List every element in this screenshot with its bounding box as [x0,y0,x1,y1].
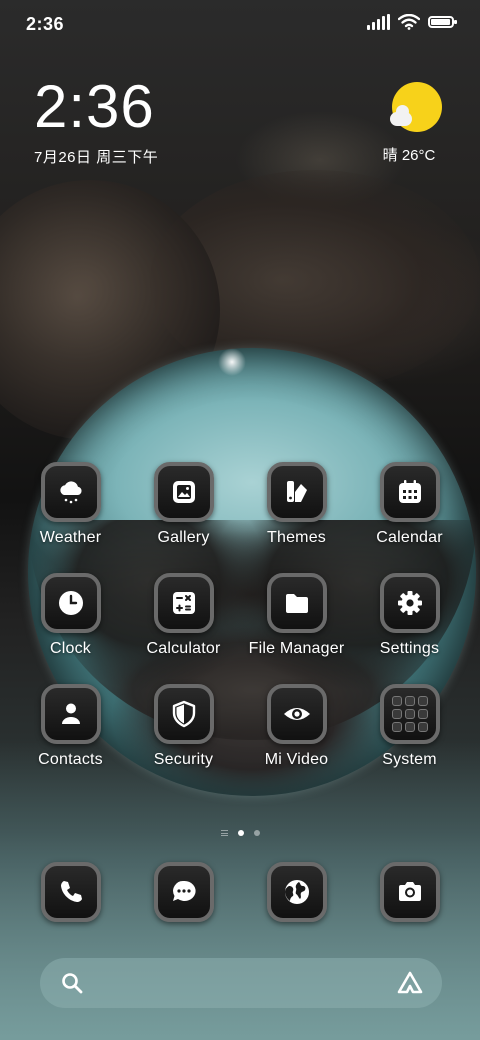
app-label: Mi Video [264,751,329,768]
status-bar: 2:36 [0,0,480,50]
app-label: Calendar [376,529,443,546]
page-dot [253,830,260,836]
app-themes[interactable]: Themes [240,462,353,547]
app-contacts[interactable]: Contacts [14,684,127,769]
dock-phone[interactable] [14,862,127,922]
app-gallery[interactable]: Gallery [127,462,240,547]
dock-messages[interactable] [127,862,240,922]
image-icon [172,481,195,503]
app-label: Contacts [38,751,103,768]
brush-icon [286,481,307,502]
weather-widget[interactable]: 晴 26°C [383,82,444,165]
folder-icon [285,594,308,613]
eye-icon [283,708,310,720]
app-security[interactable]: Security [127,684,240,769]
app-file-manager[interactable]: File Manager [240,573,353,658]
app-weather[interactable]: Weather [14,462,127,547]
wifi-icon [398,14,420,30]
page-dot-active [237,830,244,836]
app-label: Settings [379,640,440,657]
app-system-folder[interactable]: System [353,684,466,769]
status-time: 2:36 [26,14,65,34]
wallpaper-sun-glare [218,348,246,376]
clock-widget[interactable]: 2:36 7月26日 周三下午 [34,72,158,167]
app-label: System [382,751,437,768]
search-icon[interactable] [60,971,84,995]
app-label: Clock [49,640,91,657]
app-calculator[interactable]: Calculator [127,573,240,658]
search-input[interactable] [96,968,386,1000]
clock-icon [58,591,83,615]
app-label: Security [153,751,214,768]
weather-text: 晴 26°C [382,147,436,164]
assistant-icon[interactable] [396,970,424,996]
dock-browser[interactable] [240,862,353,922]
app-calendar[interactable]: Calendar [353,462,466,547]
app-label: Gallery [157,529,210,546]
signal-icon [367,14,390,30]
widget-date: 7月26日 周三下午 [34,149,159,166]
app-label: Themes [267,529,326,546]
cloud-snow-icon [59,481,82,504]
app-label: Calculator [146,640,221,657]
gear-icon [397,591,422,615]
dock [14,862,466,922]
page-indicator[interactable] [0,830,480,836]
menu-lines-icon [220,830,228,836]
battery-icon [428,16,457,28]
app-clock[interactable]: Clock [14,573,127,658]
message-icon [172,880,196,901]
calculator-icon [172,592,195,614]
search-bar[interactable] [40,958,442,1008]
shield-icon [172,700,195,728]
status-icons [367,14,457,30]
person-icon [61,703,80,724]
phone-icon [60,881,82,902]
globe-icon [284,880,309,904]
sun-behind-cloud-icon [388,82,442,134]
camera-icon [398,882,421,901]
app-label: File Manager [248,640,345,657]
app-grid: Weather Gallery Themes Calendar Clock Ca… [14,462,466,769]
battery-level [431,19,450,25]
widget-time: 2:36 [34,73,155,140]
folder-grid-icon [391,696,428,732]
app-mi-video[interactable]: Mi Video [240,684,353,769]
calendar-icon [398,480,421,503]
app-label: Weather [39,529,102,546]
dock-camera[interactable] [353,862,466,922]
app-settings[interactable]: Settings [353,573,466,658]
